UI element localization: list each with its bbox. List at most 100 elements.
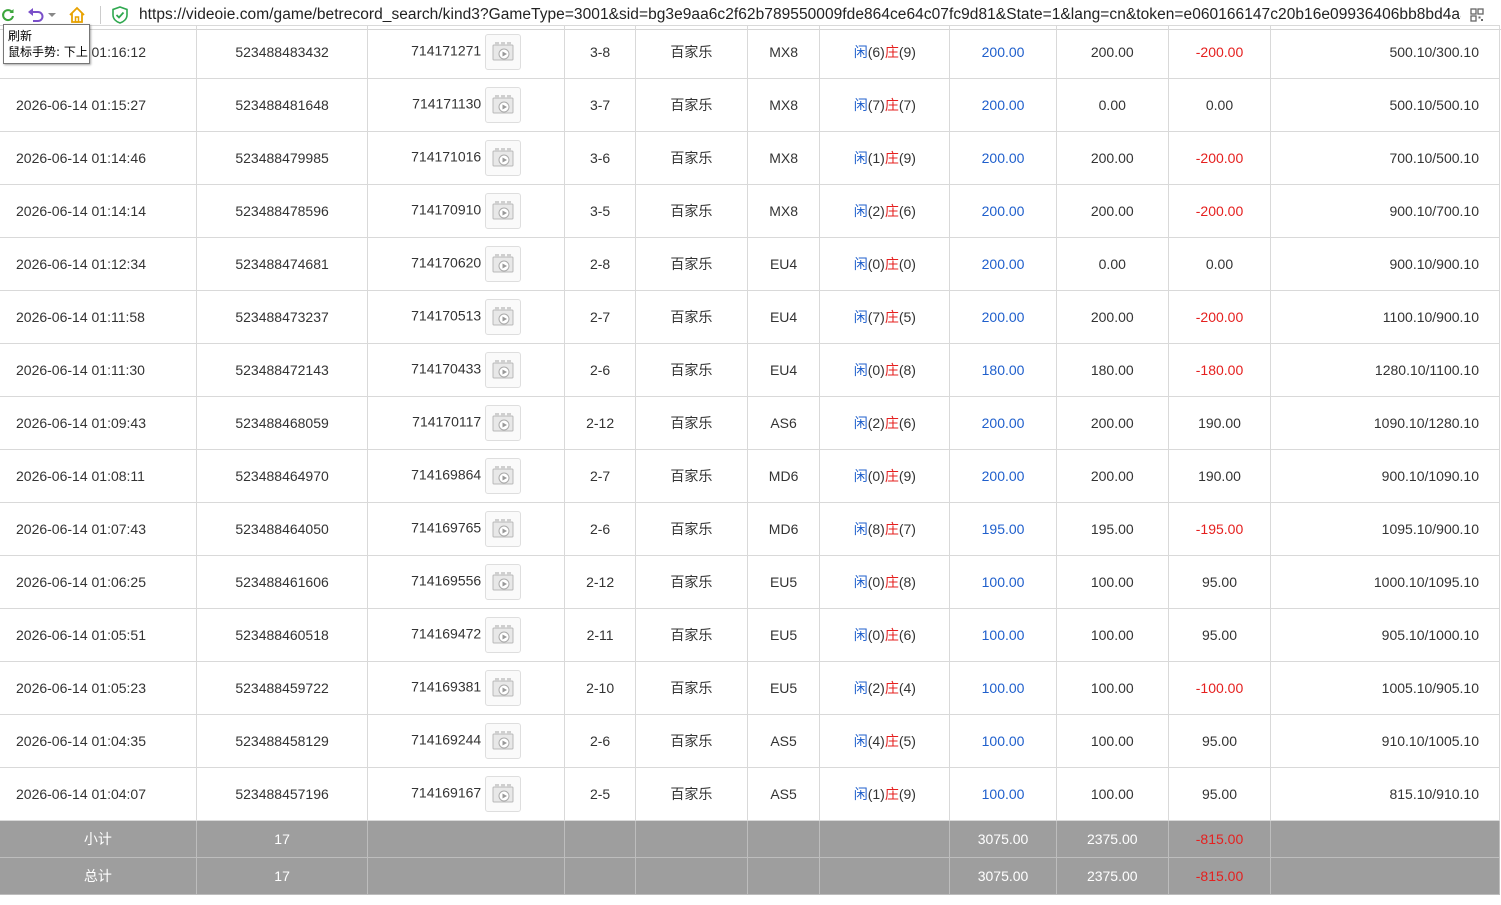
video-replay-icon[interactable] [485,352,522,388]
table-row: 2026-06-14 01:08:11 523488464970 714169864… [0,449,1500,503]
player-label: 闲 [853,309,868,325]
game-cell: 百家乐 [635,343,748,397]
valid-bet-cell: 100.00 [1055,661,1169,715]
table-cell: MD6 [746,449,821,503]
valid-bet-cell: 180.00 [1055,343,1169,397]
shoe-cell: 2-6 [564,343,636,397]
round-id: 714169556 [411,572,482,589]
banker-label: 庄 [884,680,899,696]
win-loss-cell: 0.00 [1167,78,1272,132]
video-replay-icon[interactable] [485,723,522,759]
subtotal-label: 小计 [0,820,197,858]
round-id: 714170513 [411,307,482,324]
shoe-cell: 2-11 [564,608,636,662]
valid-bet-cell: 200.00 [1055,290,1169,344]
video-replay-icon[interactable] [485,34,522,70]
result-cell: 闲(2)庄(6) [819,396,951,450]
table-cell: EU5 [746,661,821,715]
win-loss-cell: -100.00 [1167,661,1272,715]
shoe-cell: 2-12 [564,396,636,450]
round-id: 714171130 [412,95,482,112]
balance-cell: 500.10/300.10 [1270,25,1500,79]
win-loss-cell: -200.00 [1167,290,1272,344]
video-replay-icon[interactable] [485,511,522,547]
game-cell: 百家乐 [635,184,748,238]
banker-label: 庄 [884,97,899,113]
bet-amount-cell: 200.00 [949,449,1057,503]
win-loss-cell: 190.00 [1167,396,1272,450]
balance-cell: 910.10/1005.10 [1270,714,1500,768]
subtotal-win-loss: -815.00 [1167,820,1272,858]
table-cell: AS5 [746,767,821,821]
round-id: 714169864 [411,466,482,483]
video-replay-icon[interactable] [485,87,522,123]
game-cell: 百家乐 [635,290,748,344]
shoe-cell: 2-10 [564,661,636,715]
round-id-cell: 714170117 [367,396,566,450]
video-replay-icon[interactable] [485,299,522,335]
video-replay-icon[interactable] [485,617,522,653]
bet-time-cell: 2026-06-14 01:14:14 [0,184,197,238]
player-label: 闲 [853,468,868,484]
banker-score: (0) [898,256,916,272]
banker-score: (4) [898,680,916,696]
bet-time-cell: 2026-06-14 01:06:25 [0,555,197,609]
video-replay-icon[interactable] [485,564,522,600]
table-row: 2026-06-14 01:04:07 523488457196 714169167… [0,767,1500,821]
bet-amount-cell: 100.00 [949,555,1057,609]
game-cell: 百家乐 [635,714,748,768]
video-replay-icon[interactable] [485,776,522,812]
video-replay-icon[interactable] [485,246,522,282]
bet-id-cell: 523488481648 [195,78,369,132]
table-row: 2026-06-14 01:07:43 523488464050 714169765… [0,502,1500,556]
round-id-cell: 714171130 [367,78,566,132]
round-id: 714169167 [411,784,482,801]
player-score: (7) [867,97,885,113]
banker-score: (9) [898,786,916,802]
video-replay-icon[interactable] [485,405,522,441]
bet-id-cell: 523488472143 [195,343,369,397]
banker-score: (7) [898,521,916,537]
shoe-cell: 2-5 [564,767,636,821]
bet-id-cell: 523488473237 [195,290,369,344]
player-label: 闲 [853,786,868,802]
banker-score: (6) [898,415,916,431]
valid-bet-cell: 200.00 [1055,131,1169,185]
shoe-cell: 2-12 [564,555,636,609]
bet-time-cell: 2026-06-14 01:04:35 [0,714,197,768]
player-score: (4) [867,733,885,749]
round-id-cell: 714169472 [367,608,566,662]
win-loss-cell: 190.00 [1167,449,1272,503]
player-score: (1) [867,786,885,802]
toolbar-divider [100,6,101,24]
shoe-cell: 2-8 [564,237,636,291]
video-replay-icon[interactable] [485,458,522,494]
banker-score: (9) [898,468,916,484]
bet-amount-cell: 200.00 [949,184,1057,238]
player-label: 闲 [853,415,868,431]
result-cell: 闲(1)庄(9) [819,131,951,185]
player-score: (7) [867,309,885,325]
valid-bet-cell: 100.00 [1055,767,1169,821]
valid-bet-cell: 100.00 [1055,714,1169,768]
bet-amount-cell: 100.00 [949,714,1057,768]
banker-label: 庄 [884,150,899,166]
round-id-cell: 714169864 [367,449,566,503]
round-id: 714169244 [411,731,482,748]
video-replay-icon[interactable] [485,140,522,176]
player-label: 闲 [853,150,868,166]
total-label: 总计 [0,857,197,895]
shoe-cell: 2-7 [564,449,636,503]
game-cell: 百家乐 [635,555,748,609]
bet-id-cell: 523488474681 [195,237,369,291]
balance-cell: 1280.10/1100.10 [1270,343,1500,397]
video-replay-icon[interactable] [485,193,522,229]
table-cell: MX8 [746,78,821,132]
balance-cell: 1100.10/900.10 [1270,290,1500,344]
video-replay-icon[interactable] [485,670,522,706]
address-bar[interactable]: https://videoie.com/game/betrecord_searc… [139,6,1461,24]
balance-cell: 1090.10/1280.10 [1270,396,1500,450]
round-id-cell: 714169244 [367,714,566,768]
game-cell: 百家乐 [635,449,748,503]
result-cell: 闲(7)庄(5) [819,290,951,344]
